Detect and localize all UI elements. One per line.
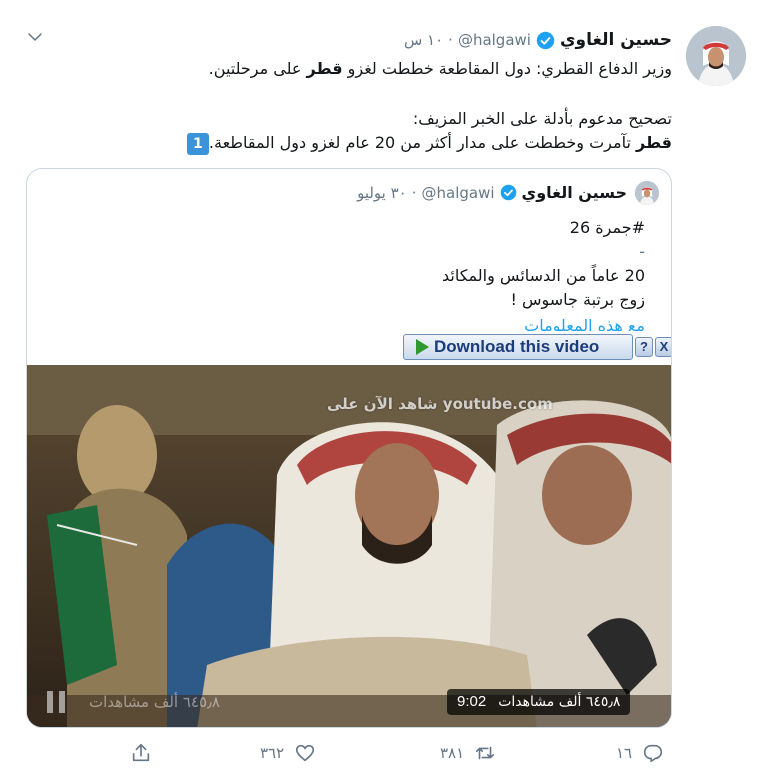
- tweet-header: حسين الغاوي @halgawi · ١٠ س: [404, 28, 672, 52]
- quoted-author-avatar: [635, 181, 659, 205]
- quoted-text-line: -: [639, 242, 645, 261]
- video-frame-image: [27, 365, 671, 727]
- verified-badge-icon: [536, 31, 555, 50]
- separator-dot: ·: [448, 31, 453, 49]
- tweet-actions-bar: ٣٦٢ ٣٨١ ١٦: [130, 738, 676, 768]
- video-duration: 9:02: [457, 693, 487, 710]
- quoted-author-handle: @halgawi: [421, 183, 495, 202]
- reply-count: ١٦: [616, 744, 633, 762]
- author-name[interactable]: حسين الغاوي: [560, 30, 672, 50]
- retweet-count: ٣٨١: [440, 744, 465, 762]
- download-video-toolbar: Download this video ? X: [403, 333, 671, 361]
- quoted-author-name: حسين الغاوي: [521, 183, 627, 202]
- author-avatar[interactable]: [686, 26, 746, 86]
- chevron-down-icon[interactable]: [26, 28, 44, 46]
- verified-badge-icon: [500, 184, 517, 201]
- quoted-hashtag[interactable]: #جمرة 26: [570, 217, 645, 239]
- download-video-button[interactable]: Download this video: [403, 334, 633, 360]
- play-icon: [416, 339, 429, 355]
- separator-dot: ·: [411, 183, 417, 202]
- like-button[interactable]: ٣٦٢: [260, 738, 316, 768]
- retweet-button[interactable]: ٣٨١: [440, 738, 496, 768]
- pause-icon[interactable]: [47, 691, 67, 713]
- quoted-tweet-date: ٣٠ يوليو: [357, 183, 407, 202]
- retweet-icon: [476, 746, 495, 760]
- text-segment: تآمرت وخططت على مدار أكثر من 20 عام لغزو…: [208, 133, 636, 152]
- tweet-card[interactable]: حسين الغاوي @halgawi · ١٠ س وزير الدفاع …: [0, 0, 768, 779]
- quoted-text-line: زوج برتبة جاسوس !: [510, 290, 645, 309]
- like-count: ٣٦٢: [260, 744, 285, 762]
- quoted-tweet[interactable]: حسين الغاوي @halgawi · ٣٠ يوليو #جمرة 26…: [26, 168, 672, 728]
- help-button[interactable]: ?: [635, 337, 653, 357]
- keycap-one-emoji: 1: [186, 132, 209, 155]
- view-count: ٦٤٥٫٨ ألف مشاهدات: [498, 694, 621, 710]
- faded-view-count: ٦٤٥٫٨ ألف مشاهدات: [89, 693, 220, 711]
- share-icon: [132, 743, 150, 762]
- text-segment: وزير الدفاع القطري: دول المقاطعة خططت لغ…: [342, 59, 672, 78]
- reply-button[interactable]: ١٦: [616, 738, 664, 768]
- text-segment: على مرحلتين.: [208, 59, 307, 78]
- youtube-watermark: شاهد الآن على youtube.com: [327, 395, 553, 413]
- quoted-text-line-cut: مع هذه المعلومات: [524, 316, 645, 331]
- close-button[interactable]: X: [655, 337, 671, 357]
- tweet-text-line-2: تصحيح مدعوم بأدلة على الخبر المزيف:: [412, 109, 672, 128]
- tweet-text-line-3: قطر تآمرت وخططت على مدار أكثر من 20 عام …: [132, 132, 672, 155]
- tweet-text-line-1: وزير الدفاع القطري: دول المقاطعة خططت لغ…: [132, 58, 672, 80]
- share-button[interactable]: [130, 738, 152, 768]
- tweet-timestamp[interactable]: ١٠ س: [404, 31, 443, 49]
- video-player[interactable]: شاهد الآن على youtube.com ٦٤٥٫٨ ألف مشاه…: [27, 365, 671, 727]
- video-info-pill: ٦٤٥٫٨ ألف مشاهدات 9:02: [447, 689, 631, 715]
- quoted-text-line: 20 عاماً من الدسائس والمكائد: [441, 266, 645, 285]
- author-handle[interactable]: @halgawi: [458, 31, 531, 49]
- heart-icon: [296, 744, 315, 762]
- hashtag-bold[interactable]: قطر: [636, 133, 672, 152]
- quoted-tweet-header: حسين الغاوي @halgawi · ٣٠ يوليو: [357, 183, 627, 202]
- reply-icon: [644, 744, 663, 763]
- download-video-label: Download this video: [434, 337, 600, 356]
- hashtag-bold[interactable]: قطر: [307, 59, 343, 78]
